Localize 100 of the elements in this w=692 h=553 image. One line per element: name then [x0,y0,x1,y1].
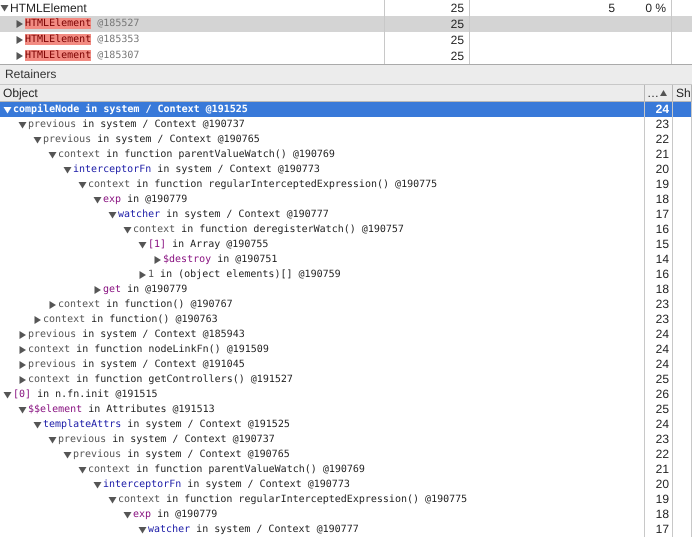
expanded-triangle-icon[interactable] [108,496,117,504]
distance-cell: 25 [385,16,470,32]
retainer-row[interactable]: previous in system / Context @190765 22 [0,132,692,147]
retainer-row[interactable]: context in function nodeLinkFn() @191509 24 [0,342,692,357]
retainer-row[interactable]: watcher in system / Context @190777 17 [0,522,692,537]
collapsed-triangle-icon[interactable] [138,270,147,278]
retainer-row[interactable]: [0] in n.fn.init @191515 26 [0,387,692,402]
retainer-row[interactable]: 1 in (object elements)[] @190759 16 [0,267,692,282]
retainer-label: context in function getControllers() @191527 [28,373,293,387]
retainer-label: 1 in (object elements)[] @190759 [148,268,341,282]
expanded-triangle-icon[interactable] [48,150,57,158]
distance-cell: 16 [645,222,673,237]
distance-cell: 24 [645,327,673,342]
collapsed-triangle-icon[interactable] [18,360,27,368]
distance-cell: 20 [645,477,673,492]
expanded-triangle-icon[interactable] [123,226,132,234]
retainer-row[interactable]: exp in @190779 18 [0,507,692,522]
expanded-triangle-icon[interactable] [108,210,117,218]
constructor-name: HTMLElement [10,0,87,16]
collapsed-triangle-icon[interactable] [15,20,24,28]
retainer-label: watcher in system / Context @190777 [148,523,359,537]
collapsed-triangle-icon[interactable] [93,286,102,294]
retainer-label: previous in system / Context @191045 [28,358,245,372]
distance-cell: 22 [645,132,673,147]
expanded-triangle-icon[interactable] [138,240,147,248]
retainer-label: context in function parentValueWatch() @190769 [88,463,365,477]
expanded-triangle-icon[interactable] [48,436,57,444]
retainer-label: context in function regularInterceptedExpression() @190775 [118,493,468,507]
retainer-row[interactable]: $$element in Attributes @191513 25 [0,402,692,417]
collapsed-triangle-icon[interactable] [33,316,42,324]
retainer-row[interactable]: interceptorFn in system / Context @190773 20 [0,477,692,492]
retainer-row[interactable]: $destroy in @190751 14 [0,252,692,267]
retainer-row[interactable]: context in function() @190763 23 [0,312,692,327]
collapsed-triangle-icon[interactable] [15,36,24,44]
expanded-triangle-icon[interactable] [3,106,12,114]
distance-cell: 25 [645,372,673,387]
expanded-triangle-icon[interactable] [0,4,9,12]
column-header[interactable]: Object [3,86,38,100]
distance-cell: 19 [645,177,673,192]
retainer-row[interactable]: compileNode in system / Context @191525 24 [0,102,692,117]
instance-label: HTMLElement @185353 [25,33,140,47]
retainer-label: compileNode in system / Context @191525 [13,102,248,117]
retainer-row[interactable]: exp in @190779 18 [0,192,692,207]
expanded-triangle-icon[interactable] [63,450,72,458]
expanded-triangle-icon[interactable] [78,466,87,474]
distance-cell: 25 [645,402,673,417]
retainer-label: context in function() @190767 [58,298,233,312]
distance-cell: 15 [645,237,673,252]
expanded-triangle-icon[interactable] [93,196,102,204]
retainer-label: exp in @190779 [133,508,218,522]
retainer-row[interactable]: context in function regularInterceptedExpression() @190775 19 [0,177,692,192]
distance-cell: 16 [645,267,673,282]
collapsed-triangle-icon[interactable] [18,376,27,384]
retainer-row[interactable]: context in function parentValueWatch() @190769 21 [0,147,692,162]
expanded-triangle-icon[interactable] [63,166,72,174]
expanded-triangle-icon[interactable] [18,406,27,414]
retainer-row[interactable]: get in @190779 18 [0,282,692,297]
collapsed-triangle-icon[interactable] [15,52,24,60]
retainer-label: watcher in system / Context @190777 [118,208,329,222]
expanded-triangle-icon[interactable] [78,180,87,188]
instance-label: HTMLElement @185527 [25,17,140,31]
retainer-row[interactable]: context in function deregisterWatch() @190757 16 [0,222,692,237]
expanded-triangle-icon[interactable] [33,420,42,428]
expanded-triangle-icon[interactable] [33,136,42,144]
retainer-row[interactable]: previous in system / Context @190765 22 [0,447,692,462]
retainer-label: [1] in Array @190755 [148,238,268,252]
distance-cell: 23 [645,312,673,327]
retainer-row[interactable]: interceptorFn in system / Context @190773 20 [0,162,692,177]
retainer-row[interactable]: watcher in system / Context @190777 17 [0,207,692,222]
retainer-row[interactable]: context in function() @190767 23 [0,297,692,312]
retainer-row[interactable]: previous in system / Context @190737 23 [0,432,692,447]
instance-row[interactable]: HTMLElement @185527 25 [0,16,692,32]
retainer-row[interactable]: previous in system / Context @191045 24 [0,357,692,372]
collapsed-triangle-icon[interactable] [153,256,162,264]
retainer-row[interactable]: previous in system / Context @190737 23 [0,117,692,132]
expanded-triangle-icon[interactable] [138,526,147,534]
expanded-triangle-icon[interactable] [3,390,12,398]
retainer-row[interactable]: context in function parentValueWatch() @190769 21 [0,462,692,477]
collapsed-triangle-icon[interactable] [18,346,27,354]
retainer-label: context in function nodeLinkFn() @191509 [28,343,269,357]
retainer-row[interactable]: previous in system / Context @185943 24 [0,327,692,342]
retainer-label: context in function parentValueWatch() @190769 [58,148,335,162]
expanded-triangle-icon[interactable] [93,480,102,488]
retainer-row[interactable]: context in function regularInterceptedExpression() @190775 19 [0,492,692,507]
distance-cell: 20 [645,162,673,177]
collapsed-triangle-icon[interactable] [48,300,57,308]
column-header[interactable]: … [647,85,659,101]
retainer-row[interactable]: templateAttrs in system / Context @191525 24 [0,417,692,432]
collapsed-triangle-icon[interactable] [18,330,27,338]
expanded-triangle-icon[interactable] [123,510,132,518]
retainer-row[interactable]: context in function getControllers() @191527 25 [0,372,692,387]
distance-cell: 24 [645,342,673,357]
distance-cell: 21 [645,147,673,162]
retainer-row[interactable]: [1] in Array @190755 15 [0,237,692,252]
expanded-triangle-icon[interactable] [18,120,27,128]
distance-cell: 19 [645,492,673,507]
retainer-label: previous in system / Context @190737 [58,433,275,447]
distance-cell: 17 [645,207,673,222]
column-header[interactable]: Sh [676,86,691,100]
instance-row[interactable]: HTMLElement @185353 25 [0,32,692,48]
